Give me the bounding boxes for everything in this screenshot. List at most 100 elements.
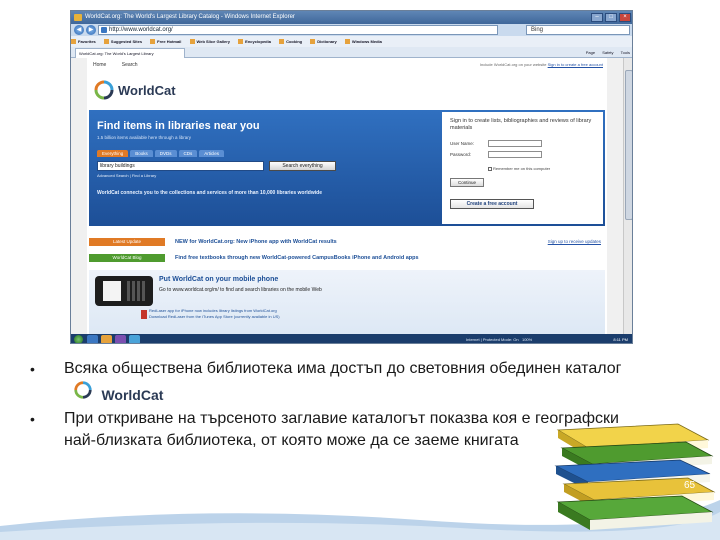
worldcat-logo-icon (94, 80, 114, 100)
remember-me[interactable]: Remember me on this computer (488, 166, 550, 171)
connect-text: WorldCat connects you to the collections… (97, 190, 322, 196)
site-icon (310, 39, 316, 45)
fav-item-0[interactable]: Favorites (71, 39, 96, 45)
site-icon (238, 39, 244, 45)
maximize-icon[interactable]: □ (605, 13, 617, 22)
worldcat-logo[interactable]: WorldCat (93, 78, 176, 102)
site-icon (103, 39, 109, 45)
site-icon (344, 39, 350, 45)
fav-item-7[interactable]: Windows Media (344, 39, 382, 45)
create-account-button[interactable]: Create a free account (450, 199, 534, 209)
password-label: Password: (450, 151, 472, 157)
redlaser-text: RedLaser app for iPhone now includes lib… (149, 308, 280, 319)
favorites-bar: Favorites Suggested Sites Free Hotmail W… (71, 36, 632, 47)
skype-taskbar-icon[interactable] (129, 335, 140, 343)
fav-item-3[interactable]: Web Slice Gallery (189, 39, 230, 45)
tab-books[interactable]: Books (130, 150, 153, 157)
zoom-level: 100% (521, 337, 533, 342)
vertical-scrollbar[interactable] (623, 58, 632, 334)
password-row: Password: (450, 151, 542, 158)
mobile-title[interactable]: Put WorldCat on your mobile phone (159, 276, 278, 283)
signin-title: Sign in to create lists, bibliographies … (450, 118, 592, 131)
tools-menu[interactable]: Tools (621, 50, 630, 55)
bullet-1: • Всяка обществена библиотека има достъп… (30, 358, 650, 403)
hero-title: Find items in libraries near you (97, 120, 260, 132)
embed-text: Include WorldCat.org on your website (479, 62, 547, 67)
worldcat-page: Home Search Include WorldCat.org on your… (87, 58, 607, 334)
tab-cds[interactable]: CDs (178, 150, 198, 157)
worldcat-logo-icon (74, 381, 92, 399)
advanced-links[interactable]: Advanced Search | Find a Library (97, 173, 156, 178)
page-icon (101, 27, 107, 33)
command-bar: Page Safety Tools (580, 47, 630, 58)
tab-bar: WorldCat.org: The World's Largest Librar… (71, 47, 632, 58)
browser-search-input[interactable]: Bing (526, 25, 630, 35)
window-controls: – □ × (591, 13, 631, 22)
logo-text: WorldCat (118, 82, 176, 98)
redlaser-icon (141, 310, 147, 319)
fav-item-2[interactable]: Free Hotmail (150, 39, 181, 45)
forward-icon[interactable]: ▶ (86, 25, 96, 35)
tab-worldcat[interactable]: WorldCat.org: The World's Largest Librar… (75, 48, 185, 58)
site-icon (279, 39, 285, 45)
nav-search[interactable]: Search (122, 62, 138, 68)
close-icon[interactable]: × (619, 13, 631, 22)
page-number: 65 (684, 480, 696, 491)
inline-logo-text: WorldCat (101, 387, 164, 403)
ie-icon (74, 14, 82, 21)
password-field[interactable] (488, 151, 542, 158)
remember-checkbox[interactable] (488, 166, 492, 171)
nav-home[interactable]: Home (93, 62, 106, 68)
signup-updates-link[interactable]: Sign up to receive updates (548, 236, 601, 248)
username-row: User Name: (450, 140, 542, 147)
address-bar: ◀ ▶ http://www.worldcat.org/ Bing (71, 24, 632, 36)
hero-subtitle: 1.5 billion items available here through… (97, 135, 192, 140)
create-account-link[interactable]: Sign in to create a free account (548, 62, 603, 67)
start-icon[interactable] (74, 335, 83, 343)
bullet-icon: • (30, 361, 35, 377)
tab-everything[interactable]: Everything (97, 150, 129, 157)
signin-panel: Sign in to create lists, bibliographies … (442, 112, 603, 224)
scroll-thumb[interactable] (625, 70, 632, 220)
tab-dvds[interactable]: DVDs (154, 150, 177, 157)
bullet-2-text: При откриване на търсеното заглавие ката… (64, 410, 619, 450)
ie-taskbar-icon[interactable] (87, 335, 98, 343)
mobile-promo: Put WorldCat on your mobile phone Go to … (89, 270, 605, 334)
continue-button[interactable]: Continue (450, 178, 484, 187)
fav-item-4[interactable]: Encyclopedia (238, 39, 271, 45)
fav-item-1[interactable]: Suggested Sites (103, 39, 142, 45)
folder-taskbar-icon[interactable] (101, 335, 112, 343)
news-row-1: WorldCat Blog Find free textbooks throug… (89, 252, 605, 264)
news-text-0[interactable]: NEW for WorldCat.org: New iPhone app wit… (175, 236, 337, 248)
inline-worldcat-logo: WorldCat (72, 380, 164, 403)
clock: 8:11 PM (613, 337, 628, 342)
news-text-1[interactable]: Find free textbooks through new WorldCat… (175, 252, 419, 264)
search-hero: Find items in libraries near you 1.5 bil… (89, 110, 605, 226)
fav-item-6[interactable]: Dictionary (310, 39, 337, 45)
search-tabs: Everything Books DVDs CDs Articles (97, 150, 225, 157)
minimize-icon[interactable]: – (591, 13, 603, 22)
site-nav: Home Search (93, 62, 152, 68)
news-row-0: Latest Update NEW for WorldCat.org: New … (89, 236, 605, 248)
media-taskbar-icon[interactable] (115, 335, 126, 343)
window-title: WorldCat.org: The World's Largest Librar… (85, 14, 295, 20)
site-icon (150, 39, 156, 45)
page-menu[interactable]: Page (586, 50, 595, 55)
catalog-search-input[interactable]: library buildings (97, 161, 264, 171)
latest-update-badge: Latest Update (89, 238, 165, 246)
phone-image (95, 276, 153, 306)
back-icon[interactable]: ◀ (74, 25, 84, 35)
bullet-icon: • (30, 411, 35, 428)
status-text: Internet | Protected Mode: On 100% (466, 337, 533, 342)
star-icon (71, 39, 76, 45)
fav-item-5[interactable]: Cooking (279, 39, 302, 45)
username-field[interactable] (488, 140, 542, 147)
mobile-subtitle: Go to www.worldcat.org/m/ to find and se… (159, 287, 322, 293)
site-icon (189, 39, 195, 45)
blog-badge: WorldCat Blog (89, 254, 165, 262)
tab-articles[interactable]: Articles (199, 150, 225, 157)
browser-screenshot: WorldCat.org: The World's Largest Librar… (70, 10, 633, 344)
safety-menu[interactable]: Safety (602, 50, 613, 55)
search-everything-button[interactable]: Search everything (269, 161, 336, 171)
address-input[interactable]: http://www.worldcat.org/ (98, 25, 498, 35)
